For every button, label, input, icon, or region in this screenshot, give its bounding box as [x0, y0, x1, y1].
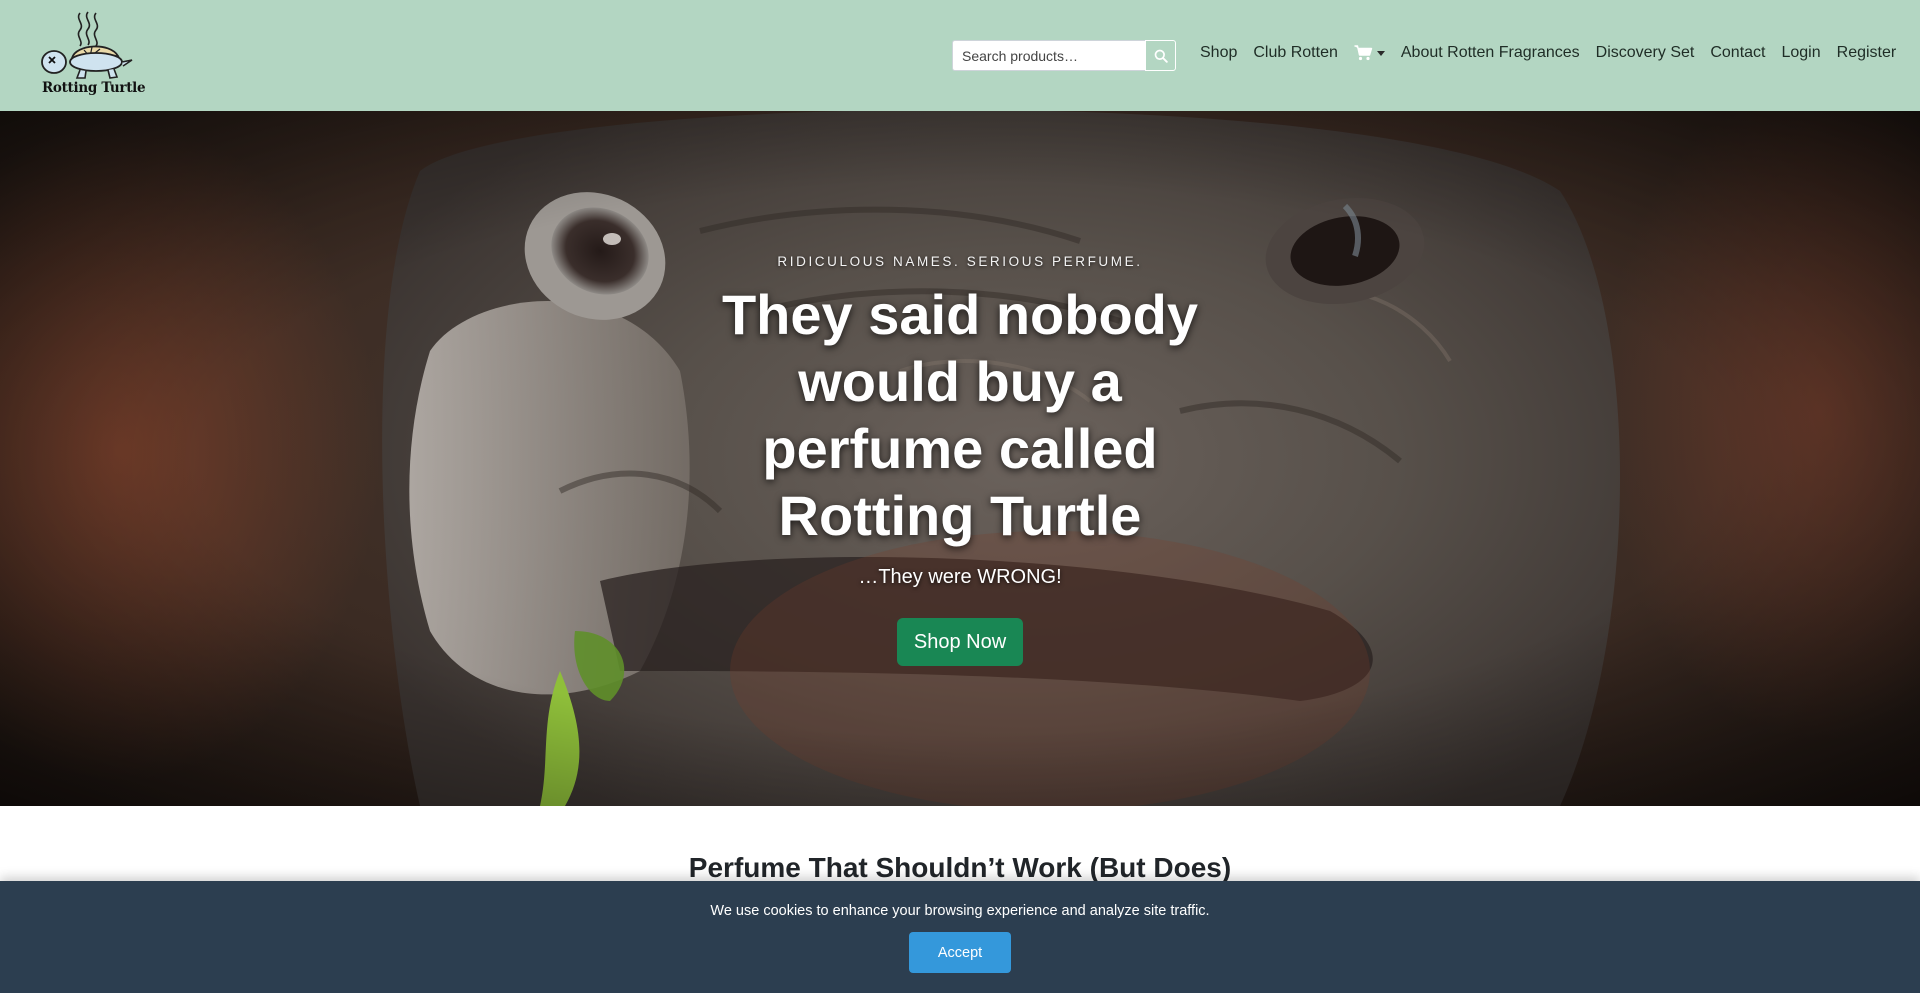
chevron-down-icon — [1376, 51, 1385, 56]
site-header: Rotting Turtle Shop Club Rotten About Ro… — [0, 0, 1920, 111]
cart-dropdown[interactable] — [1354, 45, 1385, 61]
logo-wordmark: Rotting Turtle — [42, 80, 146, 96]
nav-about[interactable]: About Rotten Fragrances — [1401, 44, 1580, 62]
hero-eyebrow: RIDICULOUS NAMES. SERIOUS PERFUME. — [777, 254, 1143, 269]
nav-discovery-set[interactable]: Discovery Set — [1596, 44, 1695, 62]
turtle-logo-icon — [41, 11, 133, 79]
search-icon — [1154, 49, 1168, 63]
nav-login[interactable]: Login — [1781, 44, 1820, 62]
section-title: Perfume That Shouldn’t Work (But Does) — [688, 852, 1232, 883]
site-logo[interactable]: Rotting Turtle — [40, 10, 146, 100]
hero-banner: RIDICULOUS NAMES. SERIOUS PERFUME. They … — [0, 111, 1920, 806]
shop-now-button[interactable]: Shop Now — [897, 618, 1023, 666]
search-input[interactable] — [952, 40, 1145, 71]
cookie-message: We use cookies to enhance your browsing … — [710, 903, 1210, 919]
nav-contact[interactable]: Contact — [1710, 44, 1765, 62]
cookie-accept-button[interactable]: Accept — [909, 932, 1011, 973]
nav-club-rotten[interactable]: Club Rotten — [1253, 44, 1338, 62]
search-button[interactable] — [1145, 40, 1176, 71]
cart-icon — [1354, 45, 1373, 61]
search-form — [952, 40, 1176, 71]
nav-register[interactable]: Register — [1837, 44, 1897, 62]
nav-shop[interactable]: Shop — [1200, 44, 1237, 62]
cookie-banner: We use cookies to enhance your browsing … — [0, 881, 1920, 993]
hero-headline: They said nobody would buy a perfume cal… — [721, 283, 1199, 547]
main-nav: Shop Club Rotten About Rotten Fragrances… — [1200, 44, 1896, 62]
hero-subline: …They were WRONG! — [858, 566, 1062, 588]
